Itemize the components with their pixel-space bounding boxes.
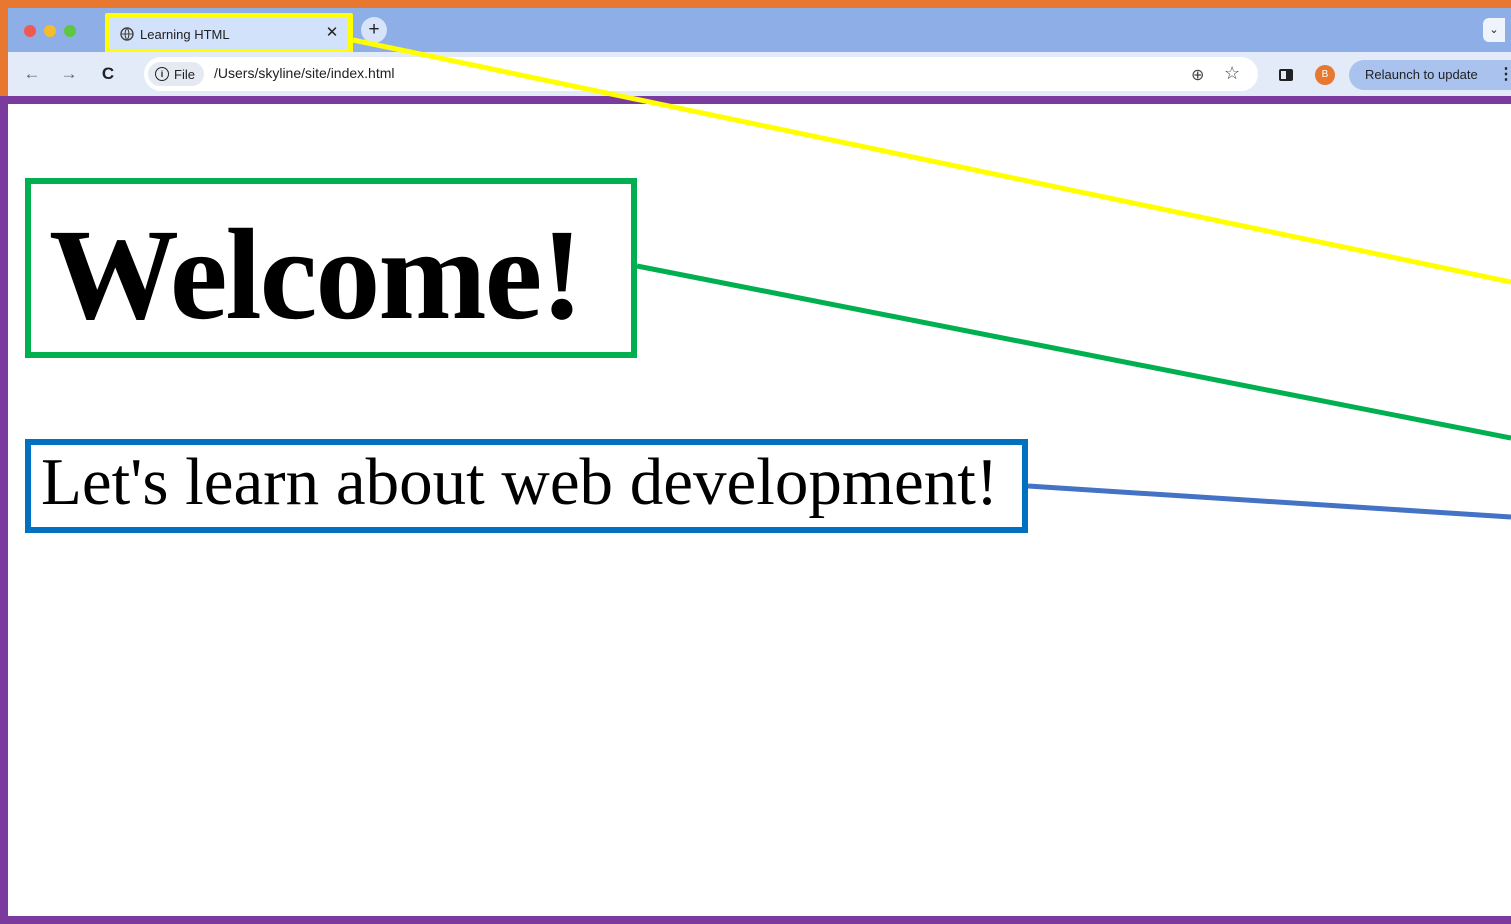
globe-icon bbox=[120, 27, 134, 41]
window-controls bbox=[24, 25, 76, 37]
page-paragraph: Let's learn about web development! bbox=[41, 445, 999, 519]
tab-title: Learning HTML bbox=[140, 27, 230, 42]
bookmark-star-icon[interactable]: ☆ bbox=[1224, 63, 1240, 84]
paragraph-highlight-box: Let's learn about web development! bbox=[25, 439, 1028, 533]
browser-chrome: Learning HTML ✕ + ⌄ ← → C i File /Users/… bbox=[0, 0, 1511, 104]
site-info-label: File bbox=[174, 66, 195, 82]
relaunch-label: Relaunch to update bbox=[1365, 67, 1478, 82]
profile-avatar[interactable]: B bbox=[1315, 65, 1335, 85]
new-tab-button[interactable]: + bbox=[361, 17, 387, 43]
site-info-chip[interactable]: i File bbox=[148, 62, 204, 86]
address-url[interactable]: /Users/skyline/site/index.html bbox=[214, 65, 395, 81]
info-icon: i bbox=[155, 67, 169, 81]
tab-search-button[interactable]: ⌄ bbox=[1483, 18, 1505, 42]
back-arrow-icon[interactable]: ← bbox=[22, 64, 42, 84]
tab-learning-html[interactable]: Learning HTML ✕ bbox=[105, 13, 353, 55]
close-window-button[interactable] bbox=[24, 25, 36, 37]
browser-toolbar: ← → C i File /Users/skyline/site/index.h… bbox=[8, 52, 1511, 96]
reload-icon[interactable]: C bbox=[98, 64, 118, 84]
menu-kebab-icon[interactable]: ⋮ bbox=[1498, 60, 1511, 90]
maximize-window-button[interactable] bbox=[64, 25, 76, 37]
forward-arrow-icon[interactable]: → bbox=[59, 64, 79, 84]
heading-highlight-box: Welcome! bbox=[25, 178, 637, 358]
side-panel-icon[interactable] bbox=[1279, 69, 1293, 81]
relaunch-button[interactable]: Relaunch to update ⋮ bbox=[1349, 60, 1511, 90]
minimize-window-button[interactable] bbox=[44, 25, 56, 37]
page-heading: Welcome! bbox=[49, 203, 584, 347]
close-tab-icon[interactable]: ✕ bbox=[323, 24, 341, 42]
zoom-icon[interactable]: ⊕ bbox=[1191, 65, 1204, 85]
address-bar[interactable]: i File /Users/skyline/site/index.html ⊕ … bbox=[144, 57, 1258, 91]
